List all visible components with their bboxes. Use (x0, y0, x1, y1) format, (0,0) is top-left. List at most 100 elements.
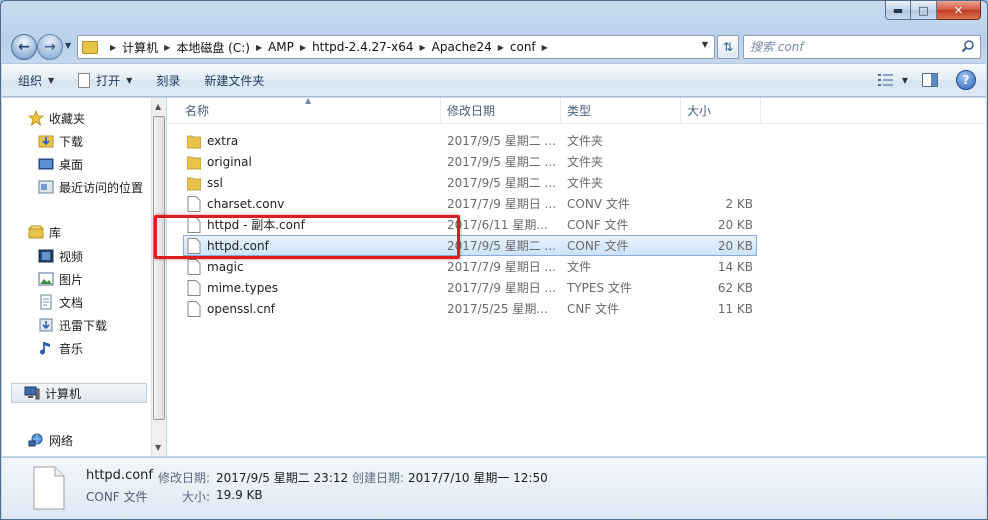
new-folder-button[interactable]: 新建文件夹 (196, 68, 272, 92)
forward-button[interactable]: → (37, 34, 63, 60)
chevron-right-icon[interactable]: ▶ (542, 43, 548, 52)
file-rows: extra 2017/9/5 星期二 ... 文件夹 original 2017… (167, 130, 986, 319)
chevron-right-icon[interactable]: ▶ (256, 43, 262, 52)
table-row[interactable]: charset.conv 2017/7/9 星期日 ... CONV 文件 2 … (167, 193, 986, 214)
sort-up-icon: ▲ (305, 96, 312, 105)
breadcrumb-amp[interactable]: AMP (268, 40, 294, 54)
open-button[interactable]: 打开 ▼ (70, 68, 140, 92)
chevron-right-icon[interactable]: ▶ (420, 43, 426, 52)
nav-computer[interactable]: 计算机 (11, 383, 147, 403)
breadcrumb-conf[interactable]: conf (510, 40, 536, 54)
nav-desktop[interactable]: 桌面 (38, 154, 83, 174)
details-created-label: 创建日期: (352, 471, 405, 485)
file-date: 2017/7/9 星期日 ... (447, 197, 556, 211)
back-button[interactable]: ← (11, 34, 37, 60)
organize-button[interactable]: 组织 ▼ (10, 68, 62, 92)
breadcrumb-local-disk[interactable]: 本地磁盘 (C:) (176, 39, 250, 56)
file-icon (187, 259, 201, 275)
nav-xunlei[interactable]: 迅雷下载 (38, 315, 107, 335)
file-type: CNF 文件 (567, 302, 620, 316)
navigation-pane: 收藏夹 下载 桌面 最近访问的位置 库 视频 图片 文档 迅雷下载 音乐 计算机… (2, 98, 151, 456)
nav-pictures-label: 图片 (59, 272, 84, 287)
table-row[interactable]: httpd - 副本.conf 2017/6/11 星期... CONF 文件 … (167, 214, 986, 235)
recent-pages-dropdown[interactable]: ▼ (65, 41, 71, 50)
file-icon (187, 217, 201, 233)
scroll-up-icon[interactable]: ▲ (155, 102, 161, 111)
table-row[interactable]: magic 2017/7/9 星期日 ... 文件 14 KB (167, 256, 986, 277)
chevron-right-icon[interactable]: ▶ (110, 43, 116, 52)
scroll-down-icon[interactable]: ▼ (155, 443, 161, 452)
column-date[interactable]: 修改日期 (441, 98, 561, 124)
burn-label: 刻录 (156, 73, 181, 88)
breadcrumb-httpd[interactable]: httpd-2.4.27-x64 (312, 40, 413, 54)
column-name[interactable]: ▲ 名称 (167, 96, 441, 124)
nav-favorites[interactable]: 收藏夹 (28, 108, 85, 128)
view-list-icon (877, 74, 893, 86)
nav-downloads[interactable]: 下载 (38, 131, 83, 151)
nav-desktop-label: 桌面 (59, 157, 84, 172)
help-button[interactable]: ? (956, 70, 976, 90)
close-button[interactable]: ✕ (937, 1, 981, 20)
table-row[interactable]: mime.types 2017/7/9 星期日 ... TYPES 文件 62 … (167, 277, 986, 298)
chevron-down-icon: ▼ (126, 75, 133, 85)
chevron-right-icon[interactable]: ▶ (164, 43, 170, 52)
nav-recent-label: 最近访问的位置 (59, 180, 144, 195)
burn-button[interactable]: 刻录 (148, 68, 188, 92)
column-size[interactable]: 大小 (681, 98, 761, 124)
breadcrumb-apache24[interactable]: Apache24 (432, 40, 492, 54)
nav-documents[interactable]: 文档 (38, 292, 83, 312)
maximize-icon: □ (918, 3, 929, 17)
change-view-button[interactable] (876, 69, 898, 91)
chevron-down-icon[interactable]: ▼ (902, 76, 908, 85)
chevron-down-icon[interactable]: ▼ (702, 40, 708, 49)
preview-pane-button[interactable] (920, 70, 940, 90)
column-type[interactable]: 类型 (561, 98, 681, 124)
details-file-type: CONF 文件 (86, 490, 148, 504)
nav-music[interactable]: 音乐 (38, 338, 83, 358)
search-input[interactable] (750, 40, 960, 54)
file-size: 2 KB (725, 196, 753, 211)
file-name: original (207, 154, 252, 169)
chevron-right-icon[interactable]: ▶ (498, 43, 504, 52)
minimize-button[interactable]: ▬ (885, 1, 911, 20)
address-bar[interactable]: ▶ 计算机 ▶ 本地磁盘 (C:) ▶ AMP ▶ httpd-2.4.27-x… (77, 35, 715, 59)
command-bar: 组织 ▼ 打开 ▼ 刻录 新建文件夹 ▼ ? (2, 63, 986, 97)
minimize-icon: ▬ (892, 3, 904, 17)
nav-pictures[interactable]: 图片 (38, 269, 83, 289)
file-icon (187, 196, 201, 212)
nav-videos[interactable]: 视频 (38, 246, 83, 266)
computer-icon (24, 385, 40, 401)
details-size-label: 大小: (182, 490, 211, 504)
scroll-thumb[interactable] (153, 116, 165, 420)
folder-icon (187, 135, 201, 149)
file-icon (187, 238, 201, 254)
breadcrumb-computer[interactable]: 计算机 (122, 39, 158, 56)
maximize-button[interactable]: □ (911, 1, 937, 20)
file-type: TYPES 文件 (567, 281, 632, 295)
file-type: 文件夹 (567, 134, 604, 148)
nav-network-label: 网络 (49, 433, 74, 448)
table-row[interactable]: ssl 2017/9/5 星期二 ... 文件夹 (167, 172, 986, 193)
table-row[interactable]: openssl.cnf 2017/5/25 星期... CNF 文件 11 KB (167, 298, 986, 319)
nav-recent[interactable]: 最近访问的位置 (38, 177, 143, 197)
search-icon[interactable] (961, 39, 975, 53)
search-box[interactable] (743, 35, 981, 59)
file-size: 62 KB (717, 280, 753, 295)
nav-network[interactable]: 网络 (28, 430, 73, 450)
file-type: CONF 文件 (567, 239, 629, 253)
table-row-selected[interactable]: httpd.conf 2017/9/5 星期二 ... CONF 文件 20 K… (183, 235, 757, 256)
refresh-button[interactable]: ⇅ (717, 35, 739, 59)
view-controls: ▼ ? (876, 69, 976, 91)
table-row[interactable]: original 2017/9/5 星期二 ... 文件夹 (167, 151, 986, 172)
new-folder-label: 新建文件夹 (204, 73, 265, 88)
nav-scrollbar[interactable]: ▲ ▼ (151, 98, 166, 456)
file-date: 2017/9/5 星期二 ... (447, 155, 556, 169)
file-name: httpd - 副本.conf (207, 218, 305, 232)
picture-icon (38, 271, 54, 287)
column-name-label: 名称 (185, 104, 210, 118)
chevron-right-icon[interactable]: ▶ (300, 43, 306, 52)
file-type: 文件夹 (567, 155, 604, 169)
table-row[interactable]: extra 2017/9/5 星期二 ... 文件夹 (167, 130, 986, 151)
file-type: 文件 (567, 260, 592, 274)
nav-libraries[interactable]: 库 (28, 222, 61, 242)
